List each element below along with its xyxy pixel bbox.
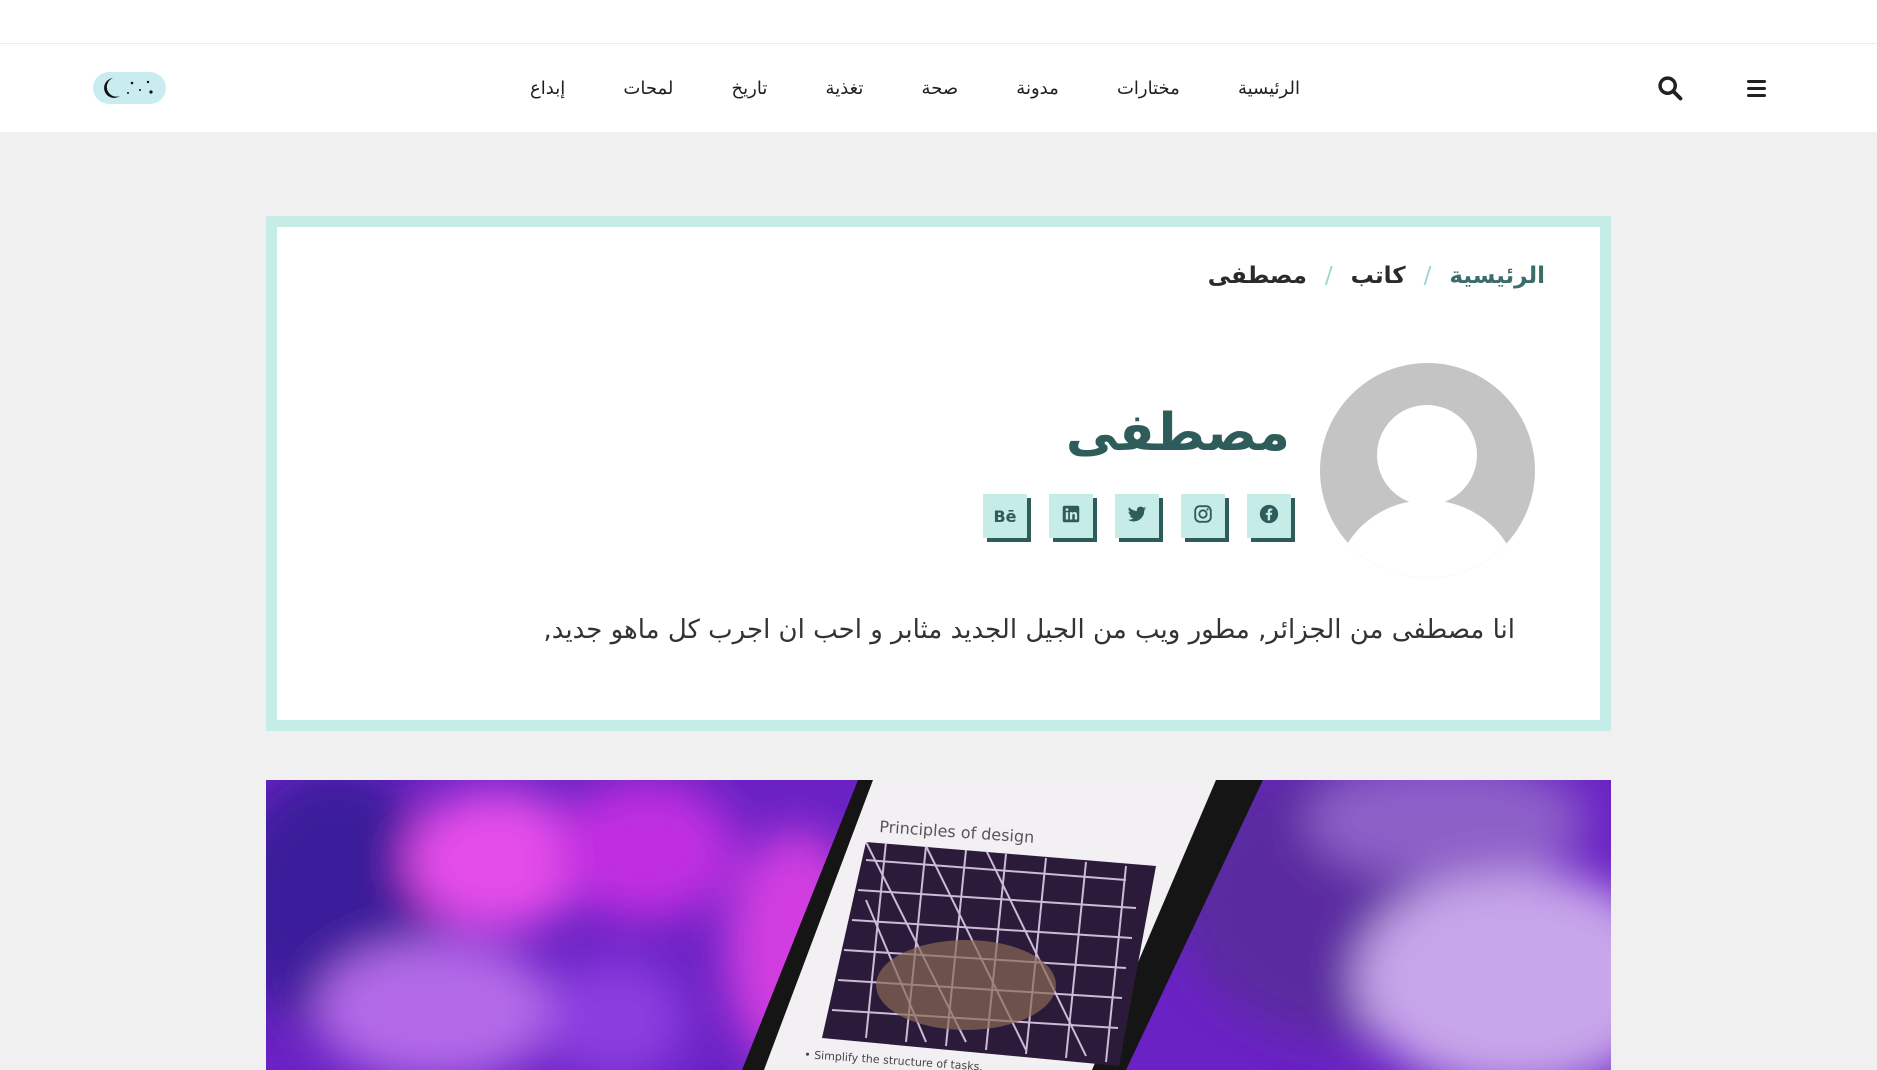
linkedin-icon (1060, 503, 1082, 529)
nav-link-history[interactable]: تاريخ (732, 78, 768, 99)
linkedin-link[interactable] (1049, 494, 1093, 538)
behance-link[interactable]: Bē (983, 494, 1027, 538)
menu-icon[interactable] (1742, 74, 1770, 102)
nav-link-creativity[interactable]: إبداع (530, 78, 565, 99)
breadcrumb-home[interactable]: الرئيسية (1449, 263, 1545, 289)
nav-link-home[interactable]: الرئيسية (1238, 78, 1300, 99)
search-icon[interactable] (1656, 74, 1684, 102)
nav-link-health[interactable]: صحة (922, 78, 959, 99)
author-bio: انا مصطفى من الجزائر, مطور ويب من الجيل … (543, 615, 1515, 645)
twitter-icon (1126, 503, 1148, 529)
nav-link-picks[interactable]: مختارات (1117, 78, 1180, 99)
facebook-icon (1258, 503, 1280, 529)
main-navbar: الرئيسية مختارات مدونة صحة تغذية تاريخ ل… (0, 44, 1877, 132)
nav-link-blog[interactable]: مدونة (1016, 78, 1058, 99)
author-avatar (1320, 363, 1535, 578)
author-name: مصطفى (1065, 403, 1290, 463)
breadcrumb-section[interactable]: كاتب (1351, 263, 1406, 289)
featured-post-image[interactable]: Principles of design • Simplify the stru… (266, 780, 1611, 1070)
instagram-link[interactable] (1181, 494, 1225, 538)
main-nav: الرئيسية مختارات مدونة صحة تغذية تاريخ ل… (530, 44, 1300, 132)
facebook-link[interactable] (1247, 494, 1291, 538)
breadcrumb-current: مصطفى (1207, 263, 1307, 289)
twitter-link[interactable] (1115, 494, 1159, 538)
social-links: Bē (971, 494, 1291, 538)
behance-icon: Bē (993, 506, 1017, 526)
dark-mode-toggle[interactable] (93, 72, 166, 104)
breadcrumb: الرئيسية / كاتب / مصطفى (1208, 263, 1545, 289)
author-card: الرئيسية / كاتب / مصطفى مصطفى Bē انا مصط… (266, 216, 1611, 731)
nav-link-glimpses[interactable]: لمحات (623, 78, 673, 99)
instagram-icon (1192, 503, 1214, 529)
nav-link-nutrition[interactable]: تغذية (826, 78, 864, 99)
breadcrumb-separator: / (1324, 263, 1333, 289)
top-strip (0, 0, 1877, 44)
breadcrumb-separator: / (1423, 263, 1432, 289)
